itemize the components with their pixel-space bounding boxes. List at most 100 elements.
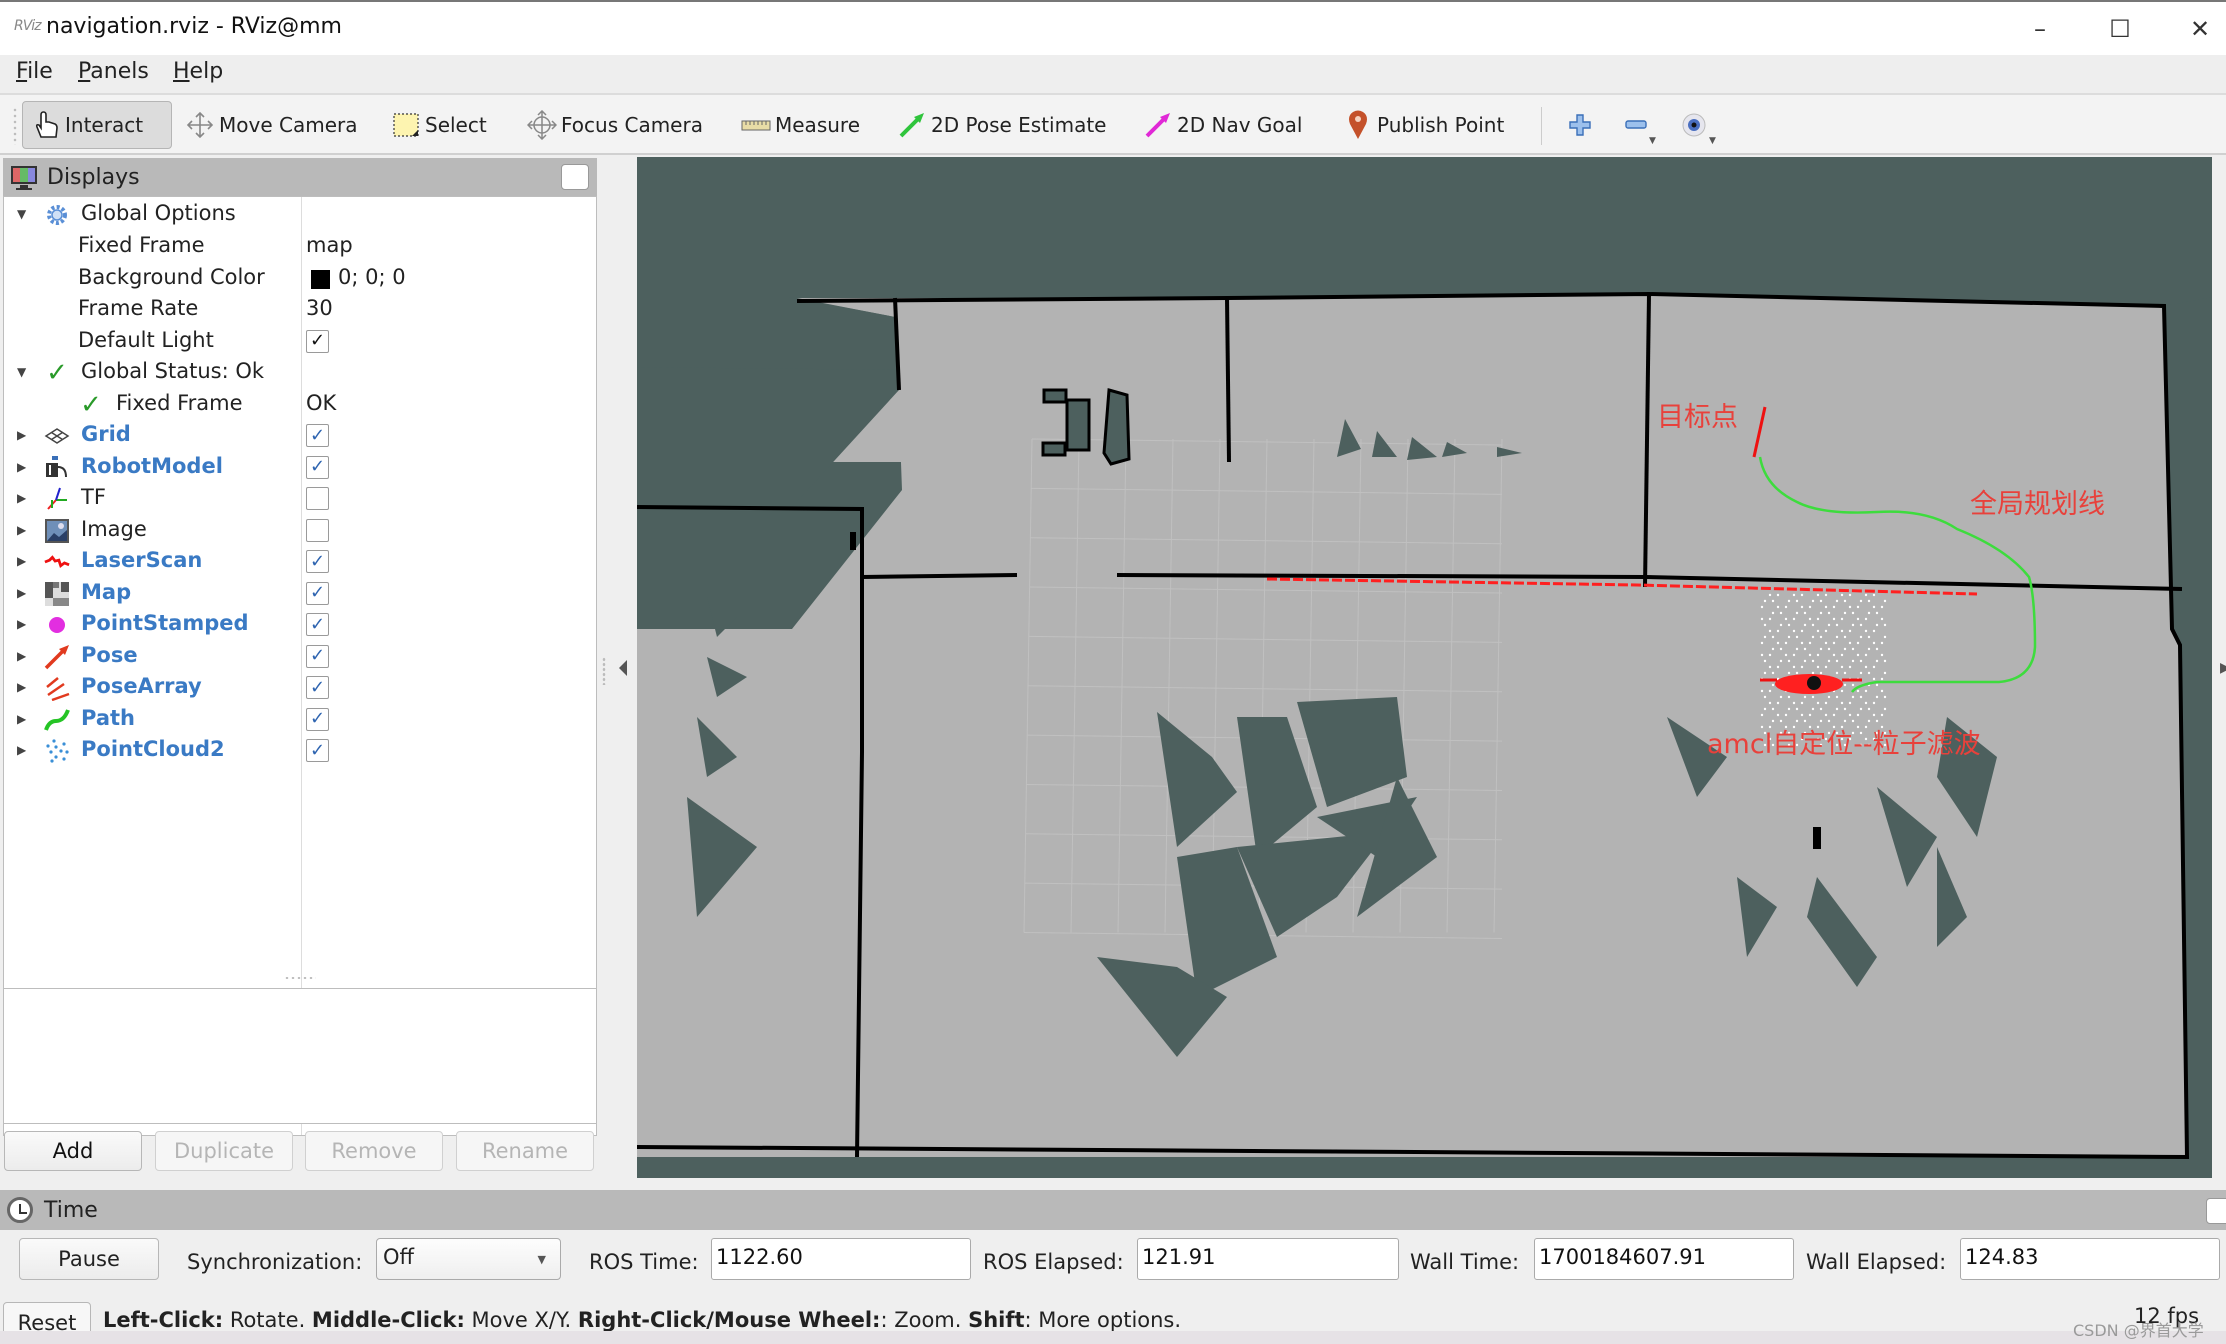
posearray-enabled-checkbox[interactable]: ✓ — [306, 676, 329, 699]
tool-measure[interactable]: Measure — [732, 101, 869, 149]
duplicate-display-button[interactable]: Duplicate — [155, 1131, 293, 1171]
displays-panel-float-checkbox[interactable] — [561, 164, 589, 190]
background-color-value[interactable]: 0; 0; 0 — [338, 265, 406, 289]
tree-row-pointcloud2[interactable]: ▶ PointCloud2 ✓ — [4, 735, 596, 767]
synchronization-select[interactable]: Off ▼ — [376, 1238, 561, 1280]
particle — [1792, 617, 1796, 621]
tool-2d-pose-estimate[interactable]: 2D Pose Estimate — [888, 101, 1116, 149]
remove-display-button[interactable]: Remove — [305, 1131, 443, 1171]
tool-focus-camera[interactable]: Focus Camera — [518, 101, 712, 149]
wall-time-field[interactable]: 1700184607.91 — [1534, 1238, 1794, 1280]
tool-interact[interactable]: Interact — [22, 101, 172, 149]
tree-row-pointstamped[interactable]: ▶ PointStamped ✓ — [4, 609, 596, 641]
expand-right-icon[interactable]: ▶ — [17, 712, 26, 726]
tree-row-tf[interactable]: ▶ TF — [4, 483, 596, 515]
close-button[interactable]: ✕ — [2180, 12, 2220, 46]
tree-row-posearray[interactable]: ▶ PoseArray ✓ — [4, 672, 596, 704]
particle — [1843, 647, 1847, 651]
tree-row-grid[interactable]: ▶ Grid ✓ — [4, 420, 596, 452]
expand-right-icon[interactable]: ▶ — [17, 617, 26, 631]
path-enabled-checkbox[interactable]: ✓ — [306, 707, 329, 731]
default-light-checkbox[interactable]: ✓ — [306, 329, 329, 353]
remove-tool-dropdown-icon[interactable]: ▼ — [1649, 136, 1656, 146]
time-panel-float-checkbox[interactable] — [2206, 1198, 2226, 1224]
collapse-right-arrow-icon[interactable]: ▶ — [2220, 660, 2226, 676]
view-dropdown-icon[interactable]: ▼ — [1709, 136, 1716, 146]
viewport-splitter-handle[interactable] — [602, 657, 606, 685]
color-swatch[interactable] — [311, 269, 330, 289]
particle — [1824, 641, 1828, 645]
panel-splitter-handle[interactable] — [284, 976, 316, 980]
pause-button[interactable]: Pause — [19, 1238, 159, 1280]
tree-row-status-fixed-frame[interactable]: ✓ Fixed Frame OK — [4, 389, 596, 421]
expand-right-icon[interactable]: ▶ — [17, 554, 26, 568]
ros-elapsed-field[interactable]: 121.91 — [1137, 1238, 1399, 1280]
particle — [1811, 707, 1815, 711]
expand-right-icon[interactable]: ▶ — [17, 428, 26, 442]
tree-row-fixed-frame[interactable]: Fixed Frame map — [4, 231, 596, 263]
minimize-button[interactable]: – — [2020, 12, 2060, 46]
view-button[interactable]: ▼ — [1672, 101, 1716, 149]
tool-publish-point[interactable]: Publish Point — [1334, 101, 1513, 149]
menu-panels-mnemonic: P — [78, 59, 91, 84]
grid-enabled-checkbox[interactable]: ✓ — [306, 424, 329, 447]
tool-move-camera[interactable]: Move Camera — [176, 101, 366, 149]
tree-row-pose[interactable]: ▶ Pose ✓ — [4, 641, 596, 673]
pointstamped-enabled-checkbox[interactable]: ✓ — [306, 613, 329, 636]
expand-right-icon[interactable]: ▶ — [17, 460, 26, 474]
particle — [1880, 713, 1884, 717]
tree-row-default-light[interactable]: Default Light ✓ — [4, 326, 596, 358]
expand-right-icon[interactable]: ▶ — [17, 586, 26, 600]
add-tool-button[interactable] — [1558, 101, 1602, 149]
particle — [1835, 623, 1839, 627]
expand-down-icon[interactable]: ▼ — [17, 365, 26, 379]
tree-row-frame-rate[interactable]: Frame Rate 30 — [4, 294, 596, 326]
fixed-frame-value[interactable]: map — [306, 233, 353, 257]
tool-select[interactable]: Select — [382, 101, 496, 149]
tree-row-robotmodel[interactable]: ▶ RobotModel ✓ — [4, 452, 596, 484]
render-viewport[interactable]: 目标点 全局规划线 amcl自定位--粒子滤波 — [637, 157, 2212, 1178]
expand-right-icon[interactable]: ▶ — [17, 680, 26, 694]
expand-down-icon[interactable]: ▼ — [17, 207, 26, 221]
particle — [1856, 605, 1860, 609]
rename-display-button[interactable]: Rename — [456, 1131, 594, 1171]
particle — [1835, 635, 1839, 639]
tree-row-global-status[interactable]: ▼ ✓ Global Status: Ok — [4, 357, 596, 389]
menu-file[interactable]: File — [16, 59, 53, 84]
wall-elapsed-field[interactable]: 124.83 — [1960, 1238, 2220, 1280]
expand-right-icon[interactable]: ▶ — [17, 491, 26, 505]
particle — [1875, 611, 1879, 615]
tf-enabled-checkbox[interactable] — [306, 487, 329, 510]
add-display-button[interactable]: Add — [4, 1131, 142, 1171]
magenta-arrow-icon — [1143, 110, 1173, 140]
pointcloud2-enabled-checkbox[interactable]: ✓ — [306, 739, 329, 762]
particle — [1763, 659, 1767, 663]
frame-rate-value[interactable]: 30 — [306, 296, 333, 320]
particle — [1880, 689, 1884, 693]
expand-right-icon[interactable]: ▶ — [17, 743, 26, 757]
tool-2d-nav-goal[interactable]: 2D Nav Goal — [1134, 101, 1311, 149]
tree-row-global-options[interactable]: ▼ Global Options — [4, 199, 596, 231]
image-enabled-checkbox[interactable] — [306, 518, 329, 542]
tree-row-image[interactable]: ▶ Image — [4, 515, 596, 547]
tree-row-background-color[interactable]: Background Color 0; 0; 0 — [4, 263, 596, 295]
robotmodel-enabled-checkbox[interactable]: ✓ — [306, 455, 329, 479]
expand-right-icon[interactable]: ▶ — [17, 523, 26, 537]
tree-row-path[interactable]: ▶ Path ✓ — [4, 704, 596, 736]
tree-label: LaserScan — [81, 548, 203, 572]
expand-right-icon[interactable]: ▶ — [17, 649, 26, 663]
menu-panels[interactable]: Panels — [78, 59, 149, 84]
collapse-left-arrow-icon[interactable] — [619, 660, 627, 676]
toolbar-grip[interactable] — [12, 107, 18, 145]
map-enabled-checkbox[interactable]: ✓ — [306, 581, 329, 605]
particle — [1811, 623, 1815, 627]
remove-tool-button[interactable]: ▼ — [1614, 101, 1658, 149]
maximize-button[interactable]: ☐ — [2100, 12, 2140, 46]
pose-enabled-checkbox[interactable]: ✓ — [306, 644, 329, 668]
tree-row-laserscan[interactable]: ▶ LaserScan ✓ — [4, 546, 596, 578]
particle — [1795, 635, 1799, 639]
laserscan-enabled-checkbox[interactable]: ✓ — [306, 550, 329, 573]
ros-time-field[interactable]: 1122.60 — [711, 1238, 971, 1280]
tree-row-map[interactable]: ▶ Map ✓ — [4, 578, 596, 610]
menu-help[interactable]: Help — [173, 59, 223, 84]
